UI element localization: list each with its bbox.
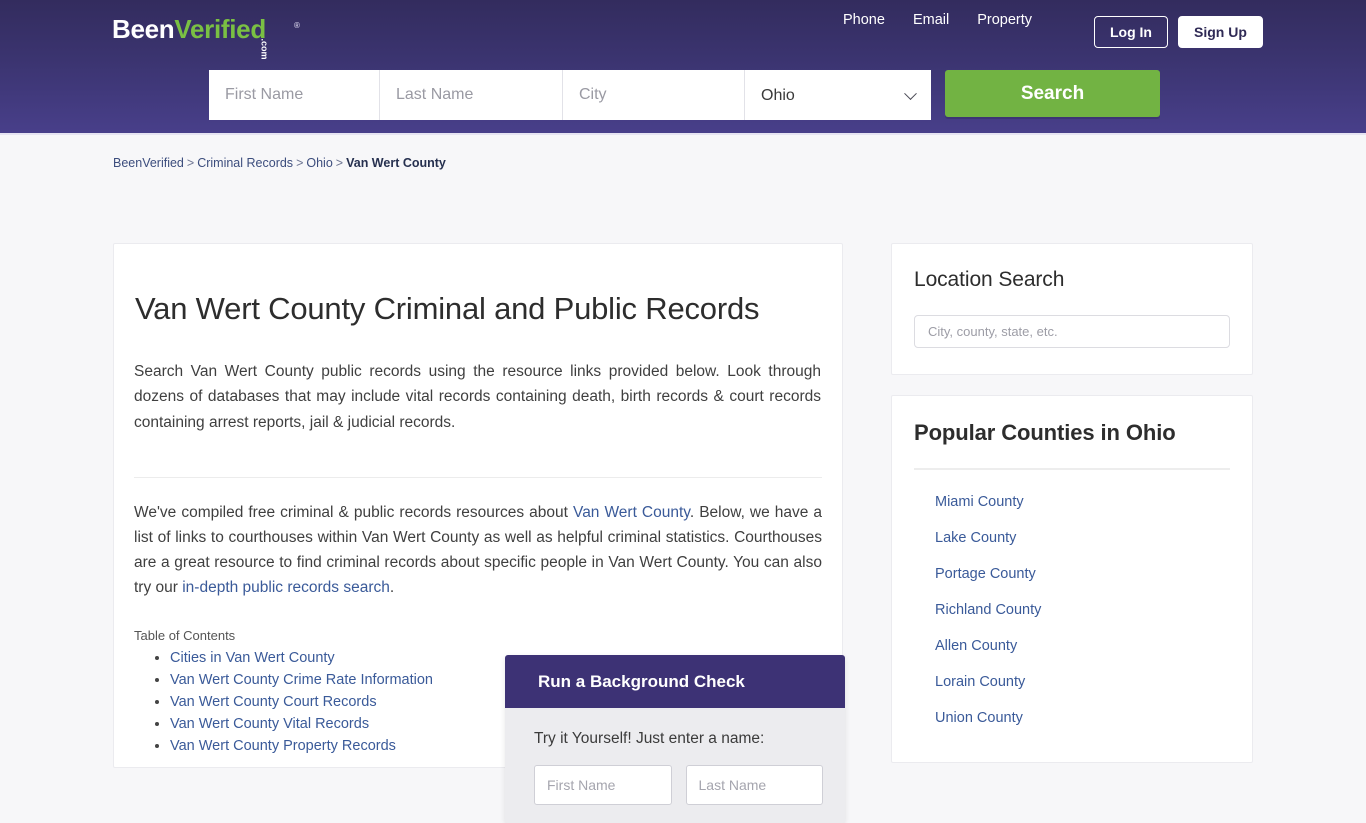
background-check-inputs — [534, 765, 823, 805]
county-link-union[interactable]: Union County — [914, 700, 1230, 736]
popular-counties-title: Popular Counties in Ohio — [914, 420, 1176, 445]
page-title: Van Wert County Criminal and Public Reco… — [135, 291, 760, 326]
toc-link-vital-records[interactable]: Van Wert County Vital Records — [170, 716, 369, 732]
list-item: Richland County — [914, 592, 1230, 628]
county-link-lorain[interactable]: Lorain County — [914, 664, 1230, 700]
toc-link-court-records[interactable]: Van Wert County Court Records — [170, 694, 377, 710]
county-link-richland[interactable]: Richland County — [914, 592, 1230, 628]
toc-link-property-records[interactable]: Van Wert County Property Records — [170, 738, 396, 754]
link-van-wert-county[interactable]: Van Wert County — [573, 504, 690, 521]
county-link-lake[interactable]: Lake County — [914, 520, 1230, 556]
logo-text-been: Been — [112, 14, 175, 44]
breadcrumb-item-beenverified[interactable]: BeenVerified — [113, 156, 184, 170]
state-select[interactable]: Ohio — [745, 70, 931, 120]
top-navigation: Phone Email Property — [843, 12, 1032, 28]
body-paragraph: We've compiled free criminal & public re… — [134, 500, 822, 600]
last-name-input[interactable] — [380, 70, 563, 120]
nav-item-property[interactable]: Property — [977, 12, 1032, 28]
state-select-wrapper: Ohio — [745, 70, 931, 120]
list-item: Lorain County — [914, 664, 1230, 700]
list-item: Portage County — [914, 556, 1230, 592]
nav-item-email[interactable]: Email — [913, 12, 949, 28]
nav-item-phone[interactable]: Phone — [843, 12, 885, 28]
body-text-part1: We've compiled free criminal & public re… — [134, 503, 573, 521]
background-check-card: Run a Background Check Try it Yourself! … — [505, 655, 845, 823]
breadcrumb-item-criminal-records[interactable]: Criminal Records — [197, 156, 293, 170]
background-check-last-name-input[interactable] — [685, 765, 823, 805]
site-header: BeenVerified.com ® Phone Email Property L… — [0, 0, 1366, 135]
sidebar-divider — [914, 468, 1230, 470]
list-item: Lake County — [914, 520, 1230, 556]
list-item: Allen County — [914, 628, 1230, 664]
location-search-input[interactable] — [914, 315, 1230, 348]
logo-registered-icon: ® — [293, 21, 300, 31]
background-check-title: Run a Background Check — [505, 655, 845, 708]
auth-buttons: Log In Sign Up — [1094, 16, 1263, 48]
login-button[interactable]: Log In — [1094, 16, 1168, 48]
list-item: Union County — [914, 700, 1230, 736]
body-text-part3: . — [389, 578, 395, 596]
list-item: Miami County — [914, 484, 1230, 520]
toc-link-cities[interactable]: Cities in Van Wert County — [170, 650, 335, 666]
toc-link-crime-rate[interactable]: Van Wert County Crime Rate Information — [170, 672, 433, 688]
county-link-allen[interactable]: Allen County — [914, 628, 1230, 664]
logo-text-verified: Verified — [174, 14, 266, 44]
logo-text-dotcom: .com — [259, 38, 270, 60]
intro-paragraph: Search Van Wert County public records us… — [134, 363, 821, 431]
breadcrumb-current: Van Wert County — [346, 156, 446, 170]
link-in-depth-public-records-search[interactable]: in-depth public records search — [182, 579, 390, 596]
county-link-miami[interactable]: Miami County — [914, 484, 1230, 520]
location-search-title: Location Search — [914, 268, 1065, 291]
breadcrumb-separator: > — [296, 156, 304, 170]
content-divider — [134, 476, 822, 478]
background-check-first-name-input[interactable] — [534, 765, 672, 805]
table-of-contents-label: Table of Contents — [134, 628, 236, 644]
background-check-prompt: Try it Yourself! Just enter a name: — [534, 730, 765, 747]
site-logo[interactable]: BeenVerified.com ® — [112, 14, 300, 60]
breadcrumb-separator: > — [186, 156, 195, 170]
city-input[interactable] — [563, 70, 745, 120]
breadcrumb-separator: > — [335, 156, 344, 170]
first-name-input[interactable] — [209, 70, 380, 120]
popular-counties-list: Miami County Lake County Portage County … — [914, 484, 1230, 736]
background-check-body: Try it Yourself! Just enter a name: — [505, 708, 845, 823]
popular-counties-card: Popular Counties in Ohio Miami County La… — [891, 395, 1253, 763]
breadcrumb-item-ohio[interactable]: Ohio — [306, 156, 332, 170]
location-search-card: Location Search — [891, 243, 1253, 375]
main-content-card: Van Wert County Criminal and Public Reco… — [113, 243, 845, 823]
people-search-form: Ohio Search — [209, 70, 1160, 120]
breadcrumb: BeenVerified > Criminal Records > Ohio > Van W… — [113, 156, 446, 170]
signup-button[interactable]: Sign Up — [1178, 16, 1263, 48]
sidebar: Location Search Popular Counties in Ohio… — [891, 243, 1253, 783]
search-button[interactable]: Search — [945, 70, 1160, 117]
county-link-portage[interactable]: Portage County — [914, 556, 1230, 592]
